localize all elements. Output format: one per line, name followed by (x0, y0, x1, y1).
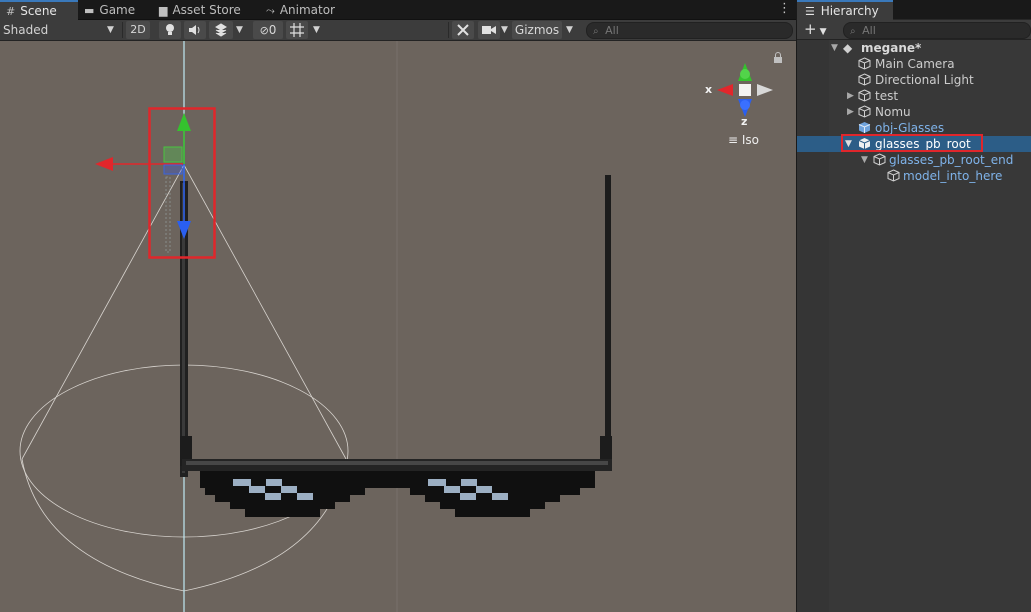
scene-search-input[interactable]: ⌕ All (586, 22, 793, 39)
expand-arrow-icon[interactable]: ▼ (861, 152, 868, 168)
collapsed-arrow-icon[interactable]: ▶ (847, 104, 854, 120)
gameobject-icon (887, 169, 900, 182)
glasses-model (180, 175, 612, 517)
z-axis-handle (177, 221, 191, 239)
scene-visibility-toggle[interactable]: ⊘0 (253, 21, 283, 39)
hierarchy-item-nomu[interactable]: ▶ Nomu (797, 104, 1031, 120)
gameobject-icon (858, 89, 871, 102)
divider (122, 22, 123, 38)
hierarchy-item-glasses-pb-root-end[interactable]: ▼ glasses_pb_root_end (797, 152, 1031, 168)
shading-mode-dropdown[interactable]: Shaded ▼ (3, 20, 118, 40)
list-icon: ☰ (805, 5, 815, 18)
scene-tab-bar: # Scene ▬ Game ▆ Asset Store ⤳ Animator ⋮ (0, 0, 796, 20)
plus-icon: + (804, 20, 817, 38)
orientation-gizmo (717, 63, 773, 117)
toggle-2d-button[interactable]: 2D (126, 21, 150, 39)
eye-slash-icon: ⊘ (259, 24, 269, 37)
gameobject-icon (858, 73, 871, 86)
tab-animator[interactable]: ⤳ Animator (260, 0, 345, 19)
effects-dropdown-chevron-icon[interactable]: ▼ (236, 20, 248, 40)
chevron-down-icon: ▼ (107, 25, 114, 35)
gizmo-x-label: x (705, 83, 713, 96)
hierarchy-item-directional-light[interactable]: Directional Light (797, 72, 1031, 88)
lighting-toggle-icon[interactable] (159, 21, 181, 39)
tab-scene[interactable]: # Scene (0, 0, 78, 20)
projection-label: Iso (741, 133, 760, 147)
hierarchy-item-label: test (875, 89, 899, 103)
divider (448, 22, 449, 38)
gameobject-icon (858, 105, 871, 118)
tools-icon[interactable] (452, 21, 474, 39)
hierarchy-item-scene[interactable]: ▼ ◆ megane* (797, 40, 1031, 56)
effects-toggle-icon[interactable] (209, 21, 233, 39)
hierarchy-search-placeholder: All (862, 24, 876, 37)
camera-dropdown-chevron-icon[interactable]: ▼ (501, 20, 511, 40)
hierarchy-item-label: glasses_pb_root_end (889, 153, 1014, 167)
hidden-count: 0 (268, 23, 277, 37)
hierarchy-toolbar: + ▼ ⌕ All (797, 20, 1031, 40)
hierarchy-item-label: Main Camera (875, 57, 955, 71)
move-tool-gizmo (95, 113, 191, 253)
lock-icon (774, 52, 782, 63)
hierarchy-item-label: megane* (861, 41, 922, 55)
hierarchy-item-label: Nomu (875, 105, 911, 119)
hierarchy-item-label: model_into_here (903, 169, 1003, 183)
tab-asset-store[interactable]: ▆ Asset Store (153, 0, 251, 19)
tab-hierarchy[interactable]: ☰ Hierarchy (797, 0, 893, 20)
menu-lines-icon: ≡ (728, 133, 739, 147)
gameobject-icon (858, 57, 871, 70)
shopping-bag-icon: ▆ (159, 4, 168, 17)
highlight-box (841, 134, 983, 152)
hierarchy-item-test[interactable]: ▶ test (797, 88, 1031, 104)
tab-animator-label: Animator (279, 3, 335, 17)
x-axis-handle (95, 157, 113, 171)
scene-viewport[interactable]: x z ≡ Iso (0, 41, 796, 612)
gamepad-icon: ▬ (84, 4, 95, 17)
audio-toggle-icon[interactable] (184, 21, 206, 39)
kebab-menu-icon[interactable]: ⋮ (778, 1, 791, 16)
gizmo-z-label: z (741, 115, 748, 128)
hierarchy-search-input[interactable]: ⌕ All (843, 22, 1031, 39)
chevron-down-icon: ▼ (819, 27, 827, 37)
y-axis-handle (177, 113, 191, 131)
shading-mode-value: Shaded (3, 23, 49, 37)
grid-icon: # (6, 5, 16, 18)
grid-snap-icon[interactable] (286, 21, 308, 39)
tab-scene-label: Scene (20, 4, 57, 18)
hierarchy-item-model-into-here[interactable]: model_into_here (797, 168, 1031, 184)
search-icon: ⌕ (850, 26, 856, 37)
animator-icon: ⤳ (266, 4, 275, 17)
hierarchy-item-label: Directional Light (875, 73, 974, 87)
tab-asset-store-label: Asset Store (172, 3, 241, 17)
collapsed-arrow-icon[interactable]: ▶ (847, 88, 854, 104)
gizmos-button[interactable]: Gizmos (512, 21, 562, 39)
scene-search-placeholder: All (605, 24, 619, 37)
tab-game[interactable]: ▬ Game (78, 0, 145, 19)
hierarchy-item-main-camera[interactable]: Main Camera (797, 56, 1031, 72)
gameobject-icon (873, 153, 886, 166)
expand-arrow-icon[interactable]: ▼ (831, 40, 838, 56)
add-button[interactable]: + ▼ (804, 20, 827, 42)
hierarchy-item-glasses-pb-root[interactable]: ▼ glasses_pb_root (797, 134, 1031, 152)
scene-toolbar: Shaded ▼ 2D ▼ ⊘0 ▼ ▼ Gizmos ▼ ⌕ All (0, 20, 796, 41)
prefab-icon (858, 122, 871, 133)
gizmos-dropdown-chevron-icon[interactable]: ▼ (566, 20, 578, 40)
projection-toggle[interactable]: ≡ Iso (728, 133, 759, 147)
tab-hierarchy-label: Hierarchy (820, 4, 879, 18)
unity-logo-icon: ◆ (843, 41, 853, 55)
search-icon: ⌕ (593, 26, 599, 37)
tab-game-label: Game (99, 3, 136, 17)
grid-dropdown-chevron-icon[interactable]: ▼ (313, 20, 325, 40)
camera-icon[interactable] (478, 21, 500, 39)
